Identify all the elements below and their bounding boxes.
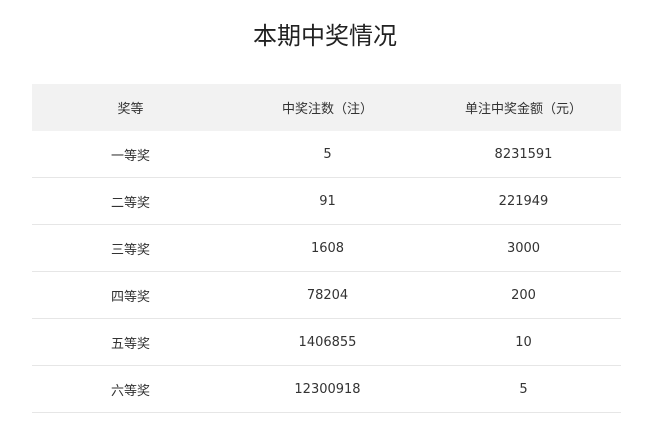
winning-count-cell: 5 [229,131,426,178]
winning-count-cell: 12300918 [229,365,426,413]
header-winning-count: 中奖注数（注） [229,84,426,131]
winning-count-cell: 1608 [229,224,426,272]
prize-amount-cell: 10 [426,318,621,366]
table-row: 四等奖 78204 200 [32,271,621,319]
table-row: 一等奖 5 8231591 [32,131,621,178]
prize-level-cell: 四等奖 [32,271,229,319]
prize-level-cell: 三等奖 [32,224,229,272]
table-row: 二等奖 91 221949 [32,177,621,225]
table-row: 六等奖 12300918 5 [32,365,621,413]
header-prize-amount: 单注中奖金额（元） [426,84,621,131]
prize-table: 奖等 中奖注数（注） 单注中奖金额（元） 一等奖 5 8231591 二等奖 9… [32,84,621,413]
table-row: 五等奖 1406855 10 [32,318,621,366]
prize-amount-cell: 3000 [426,224,621,272]
prize-level-cell: 六等奖 [32,365,229,413]
table-header-row: 奖等 中奖注数（注） 单注中奖金额（元） [32,84,621,131]
page-title: 本期中奖情况 [253,22,397,50]
prize-amount-cell: 200 [426,271,621,319]
winning-count-cell: 91 [229,177,426,225]
header-prize-level: 奖等 [32,84,229,131]
prize-level-cell: 一等奖 [32,131,229,178]
prize-level-cell: 二等奖 [32,177,229,225]
winning-count-cell: 78204 [229,271,426,319]
prize-amount-cell: 5 [426,365,621,413]
table-row: 三等奖 1608 3000 [32,224,621,272]
prize-amount-cell: 221949 [426,177,621,225]
winning-count-cell: 1406855 [229,318,426,366]
prize-amount-cell: 8231591 [426,131,621,178]
prize-level-cell: 五等奖 [32,318,229,366]
